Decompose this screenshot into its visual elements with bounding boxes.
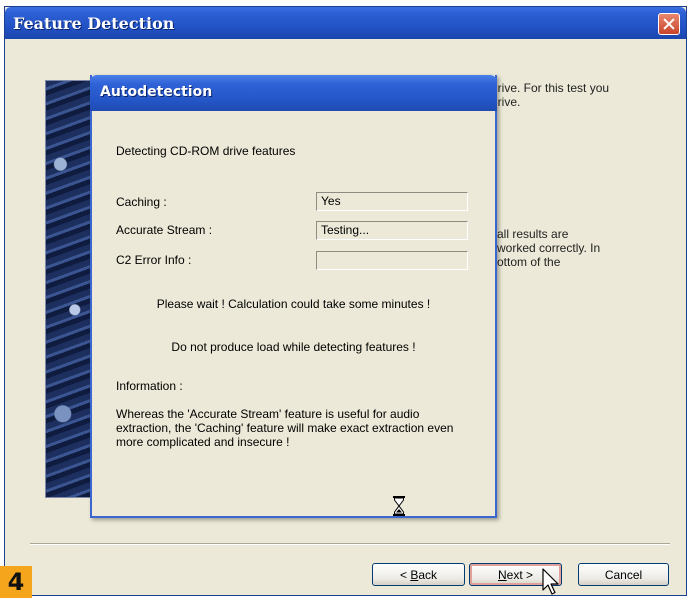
back-button[interactable]: < Back: [372, 563, 465, 586]
background-text-line: all results are: [497, 227, 569, 241]
button-separator: [30, 543, 670, 545]
hourglass-icon: [393, 496, 405, 516]
information-label: Information :: [116, 379, 183, 393]
detecting-heading: Detecting CD-ROM drive features: [116, 144, 296, 158]
caching-label: Caching :: [116, 195, 167, 209]
accurate-stream-label: Accurate Stream :: [116, 223, 213, 237]
next-button-label: ext >: [506, 567, 534, 582]
next-button-accel: N: [497, 567, 507, 582]
window-title: Feature Detection: [13, 14, 175, 33]
c2-error-info-label: C2 Error Info :: [116, 253, 192, 267]
mouse-cursor-icon: [542, 568, 559, 595]
background-text-line: ottom of the: [497, 255, 561, 269]
dialog-titlebar[interactable]: Autodetection: [90, 75, 497, 111]
wait-message: Please wait ! Calculation could take som…: [156, 297, 431, 311]
load-warning-message: Do not produce load while detecting feat…: [171, 340, 416, 354]
c2-error-info-value-field: [316, 251, 468, 270]
back-button-label: ack: [418, 567, 438, 582]
dialog-title: Autodetection: [100, 84, 213, 100]
window-titlebar[interactable]: Feature Detection: [5, 7, 686, 39]
step-number-badge: 4: [0, 566, 32, 598]
cancel-button[interactable]: Cancel: [578, 563, 669, 586]
accurate-stream-value-field: Testing...: [316, 221, 468, 240]
back-button-accel: B: [410, 567, 419, 582]
background-text-line: worked correctly. In: [497, 241, 601, 255]
caching-value-field: Yes: [316, 192, 468, 211]
close-icon[interactable]: [658, 13, 680, 35]
dialog-body: Detecting CD-ROM drive features Caching …: [92, 111, 495, 516]
autodetection-dialog: Autodetection Detecting CD-ROM drive fea…: [90, 75, 497, 518]
back-button-prefix: <: [399, 567, 411, 582]
background-text-line: drive. For this test you: [491, 81, 610, 95]
information-text: Whereas the 'Accurate Stream' feature is…: [116, 407, 454, 449]
wizard-side-artwork: [45, 80, 95, 498]
